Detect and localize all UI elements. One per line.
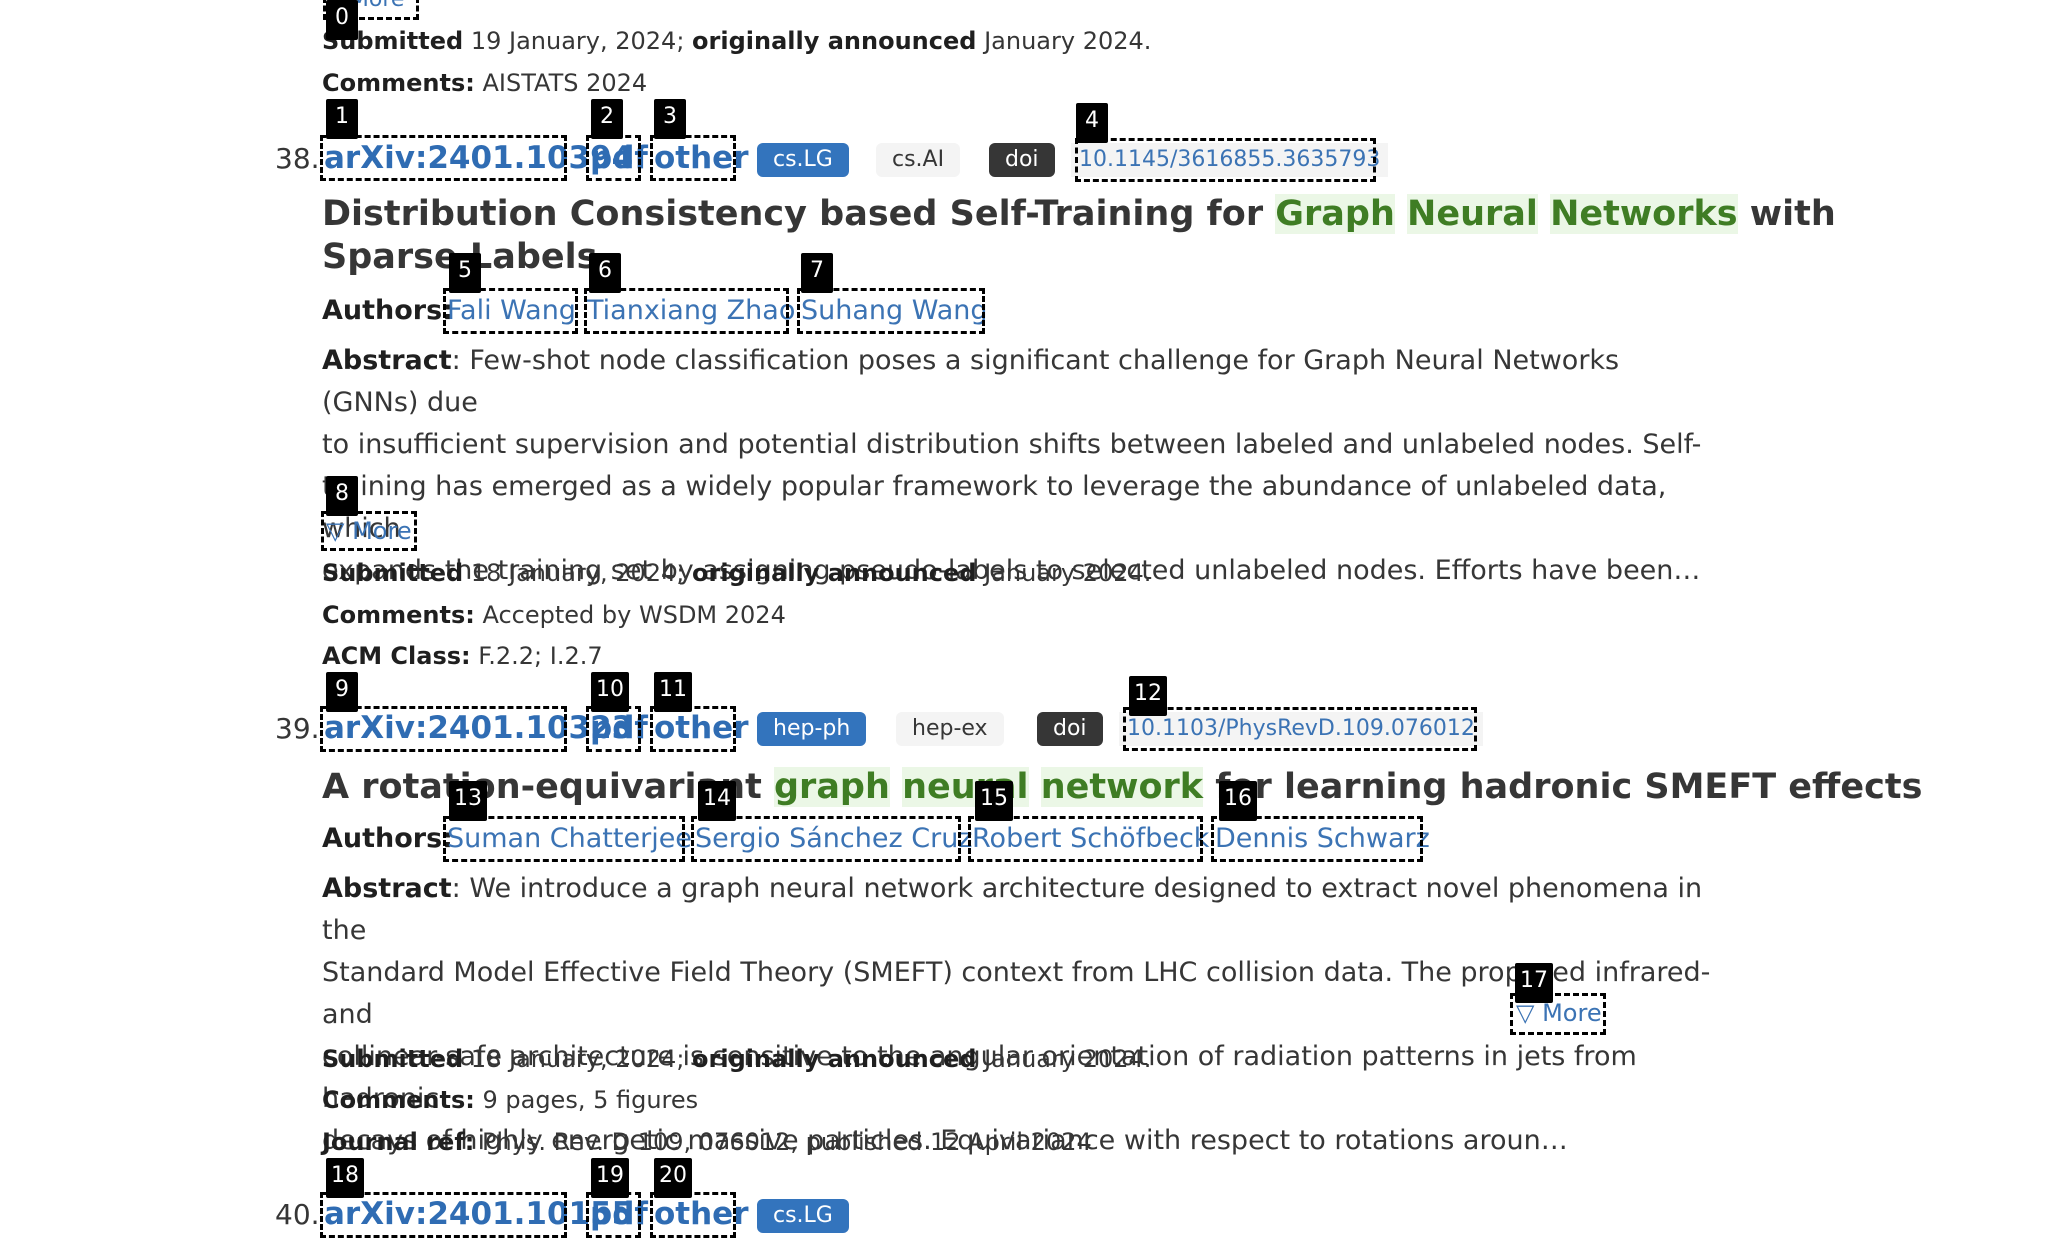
abstract-line: to insufficient supervision and potentia… <box>322 429 1702 460</box>
author-box <box>1211 816 1423 862</box>
element-badge: 9 <box>326 672 358 712</box>
title-highlight: Networks <box>1550 194 1738 234</box>
element-badge: 7 <box>801 253 833 293</box>
acm-value: F.2.2; I.2.7 <box>478 642 603 670</box>
author-box <box>797 288 985 334</box>
tag-cs-ai[interactable]: cs.AI <box>876 143 961 177</box>
arxiv-id-box <box>320 135 567 181</box>
element-badge: 5 <box>449 253 481 293</box>
comments-label: Comments: <box>322 69 475 97</box>
element-badge: 12 <box>1129 676 1167 716</box>
abstract: Abstract: Few-shot node classification p… <box>322 340 1722 592</box>
comments-line: Comments: Accepted by WSDM 2024 <box>322 600 786 630</box>
element-badge: 15 <box>975 781 1013 821</box>
tag-hep-ph[interactable]: hep-ph <box>757 712 867 746</box>
paper-title: A rotation-equivariant graph neural netw… <box>322 766 1922 809</box>
entry-number: 38. <box>275 142 320 175</box>
journal-value: Phys. Rev. D 109, 076012, published 12 A… <box>482 1128 1092 1156</box>
acm-class-line: ACM Class: F.2.2; I.2.7 <box>322 641 603 671</box>
announced-value: January 2024. <box>984 1045 1152 1073</box>
announced-label: originally announced <box>692 27 977 55</box>
element-badge: 18 <box>326 1158 364 1198</box>
element-badge: 14 <box>698 781 736 821</box>
arxiv-id-box <box>320 706 567 752</box>
author-box <box>691 816 961 862</box>
authors-label: Authors: <box>322 295 453 326</box>
doi-tag: doi <box>1037 712 1103 746</box>
title-highlight: network <box>1040 767 1204 807</box>
element-badge: 8 <box>326 476 358 516</box>
element-badge: 17 <box>1515 963 1553 1003</box>
submitted-line: Submitted 18 January, 2024; originally a… <box>322 1044 1151 1074</box>
submitted-value: 18 January, 2024; <box>470 1045 685 1073</box>
element-badge: 3 <box>654 99 686 139</box>
submitted-label: Submitted <box>322 1045 464 1073</box>
title-text: with <box>1749 194 1836 234</box>
element-badge: 19 <box>591 1158 629 1198</box>
paper-title: Distribution Consistency based Self-Trai… <box>322 193 1836 236</box>
tag-cs-lg[interactable]: cs.LG <box>757 1199 849 1233</box>
title-text: for learning hadronic SMEFT effects <box>1215 767 1923 807</box>
doi-box <box>1123 707 1477 751</box>
announced-value: January 2024. <box>984 27 1152 55</box>
comments-value: Accepted by WSDM 2024 <box>482 601 786 629</box>
authors-label: Authors: <box>322 823 453 854</box>
comments-label: Comments: <box>322 1086 475 1114</box>
element-badge: 6 <box>589 253 621 293</box>
element-badge: 13 <box>449 781 487 821</box>
doi-tag: doi <box>989 143 1055 177</box>
pdf-box <box>586 706 641 752</box>
element-badge: 16 <box>1219 781 1257 821</box>
comments-line-prev: Comments: AISTATS 2024 <box>322 68 647 98</box>
journal-ref-line: Journal ref: Phys. Rev. D 109, 076012, p… <box>322 1127 1092 1157</box>
author-box <box>584 288 789 334</box>
author-box <box>968 816 1203 862</box>
submitted-value: 19 January, 2024; <box>470 27 685 55</box>
arxiv-id-box <box>320 1192 567 1238</box>
element-badge: 4 <box>1076 103 1108 143</box>
element-badge: 20 <box>654 1158 692 1198</box>
submitted-label: Submitted <box>322 559 464 587</box>
comments-value: 9 pages, 5 figures <box>482 1086 699 1114</box>
comments-label: Comments: <box>322 601 475 629</box>
abstract-label: Abstract <box>322 873 452 904</box>
abstract-label: Abstract <box>322 345 452 376</box>
more-box <box>321 511 417 551</box>
submitted-value: 18 January, 2024; <box>470 559 685 587</box>
announced-value: January 2024. <box>984 559 1152 587</box>
element-badge: 11 <box>654 672 692 712</box>
submitted-line-prev: Submitted 19 January, 2024; originally a… <box>322 26 1151 56</box>
submitted-line: Submitted 18 January, 2024; originally a… <box>322 558 1151 588</box>
title-highlight: Graph <box>1275 194 1395 234</box>
title-text: A rotation-equivariant <box>322 767 762 807</box>
title-highlight: Neural <box>1407 194 1538 234</box>
title-highlight: graph <box>774 767 890 807</box>
other-box <box>650 135 736 181</box>
other-box <box>650 1192 736 1238</box>
journal-label: Journal ref: <box>322 1128 475 1156</box>
tag-hep-ex[interactable]: hep-ex <box>896 712 1004 746</box>
tag-cs-lg[interactable]: cs.LG <box>757 143 849 177</box>
other-box <box>650 706 736 752</box>
abstract-line: training has emerged as a widely popular… <box>322 471 1667 544</box>
element-badge: 1 <box>326 99 358 139</box>
title-text: Distribution Consistency based Self-Trai… <box>322 194 1264 234</box>
announced-label: originally announced <box>692 559 977 587</box>
entry-number: 40. <box>275 1198 320 1231</box>
acm-label: ACM Class: <box>322 642 471 670</box>
element-badge: 2 <box>591 99 623 139</box>
pdf-box <box>586 135 641 181</box>
comments-value: AISTATS 2024 <box>482 69 648 97</box>
author-box <box>443 288 578 334</box>
doi-box <box>1075 138 1376 182</box>
element-badge: 0 <box>326 0 358 40</box>
author-box <box>443 816 685 862</box>
pdf-box <box>586 1192 641 1238</box>
comments-line: Comments: 9 pages, 5 figures <box>322 1085 698 1115</box>
announced-label: originally announced <box>692 1045 977 1073</box>
entry-number: 39. <box>275 712 320 745</box>
abstract-line: : Few-shot node classification poses a s… <box>322 345 1620 418</box>
element-badge: 10 <box>591 672 629 712</box>
abstract-line: : We introduce a graph neural network ar… <box>322 873 1703 946</box>
